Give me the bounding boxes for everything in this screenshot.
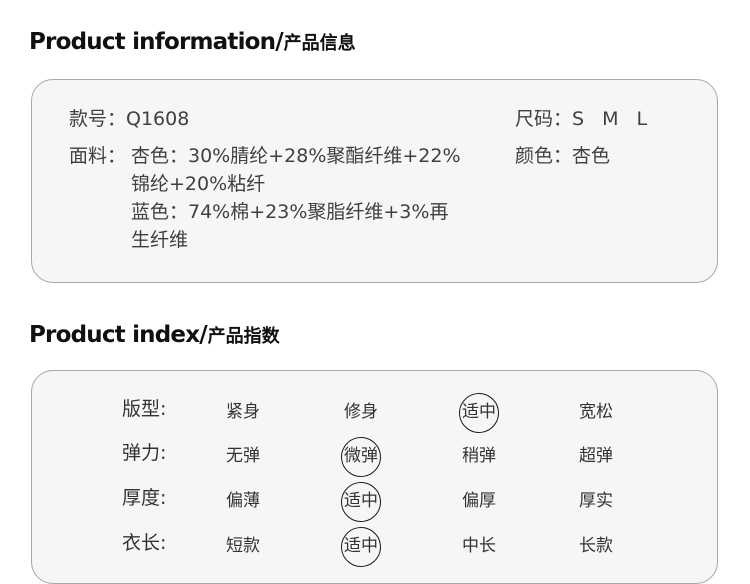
fabric-line: 锦纶+20%粘纤 — [131, 173, 266, 195]
index-option: 厚实 — [579, 491, 613, 511]
size-m: M — [602, 108, 619, 130]
index-option: 长款 — [579, 536, 613, 556]
fabric-line: 杏色：30%腈纶+28%聚酯纤维+22% — [131, 145, 461, 167]
index-row-label: 弹力: — [122, 442, 167, 464]
size-s: S — [572, 108, 585, 130]
index-option-selected: 适中 — [462, 402, 496, 422]
index-option: 稍弹 — [462, 446, 496, 466]
index-option: 偏厚 — [462, 491, 496, 511]
fabric-line: 生纤维 — [131, 229, 189, 251]
index-option: 短款 — [226, 536, 260, 556]
index-option-selected: 适中 — [344, 491, 378, 511]
index-option: 无弹 — [226, 446, 260, 466]
index-option: 紧身 — [226, 402, 260, 422]
size-label: 尺码： — [515, 108, 573, 130]
title-zh: 产品信息 — [283, 33, 356, 54]
style-number-value: Q1608 — [126, 108, 190, 130]
product-index-title: Product index/产品指数 — [29, 322, 280, 347]
title-slash: / — [199, 322, 208, 348]
title-zh: 产品指数 — [207, 326, 280, 347]
index-row-label: 衣长: — [122, 532, 167, 554]
size-l: L — [636, 108, 648, 130]
color-label: 颜色： — [515, 145, 573, 167]
fabric-line: 蓝色：74%棉+23%聚脂纤维+3%再 — [131, 201, 449, 223]
product-information-title: Product information/产品信息 — [29, 29, 356, 54]
color-value: 杏色 — [572, 145, 611, 167]
product-information-card: 款号：Q1608 尺码：S M L 面料： 杏色：30%腈纶+28%聚酯纤维+22%… — [31, 79, 718, 283]
product-index-card: 版型: 紧身 修身 适中 宽松 弹力: 无弹 微弹 稍弹 超弹 厚度: 偏薄 适中 偏厚 厚实 衣长: 短款 适中… — [31, 370, 718, 584]
index-option: 修身 — [344, 402, 378, 422]
style-number-row: 款号：Q1608 — [69, 105, 189, 133]
index-option: 中长 — [462, 536, 496, 556]
index-option: 超弹 — [579, 446, 613, 466]
title-en: Product information — [29, 29, 276, 55]
title-slash: / — [275, 29, 284, 55]
index-option: 偏薄 — [226, 491, 260, 511]
title-en: Product index — [29, 322, 200, 348]
index-row-label: 厚度: — [122, 487, 167, 509]
index-option: 宽松 — [579, 402, 613, 422]
style-number-label: 款号： — [69, 108, 127, 130]
size-row: 尺码：S M L — [515, 105, 647, 133]
index-option-selected: 适中 — [344, 536, 378, 556]
index-row-label: 版型: — [122, 398, 167, 420]
fabric-label: 面料： — [69, 145, 127, 167]
index-option-selected: 微弹 — [344, 446, 378, 466]
color-row: 颜色：杏色 — [515, 142, 610, 170]
